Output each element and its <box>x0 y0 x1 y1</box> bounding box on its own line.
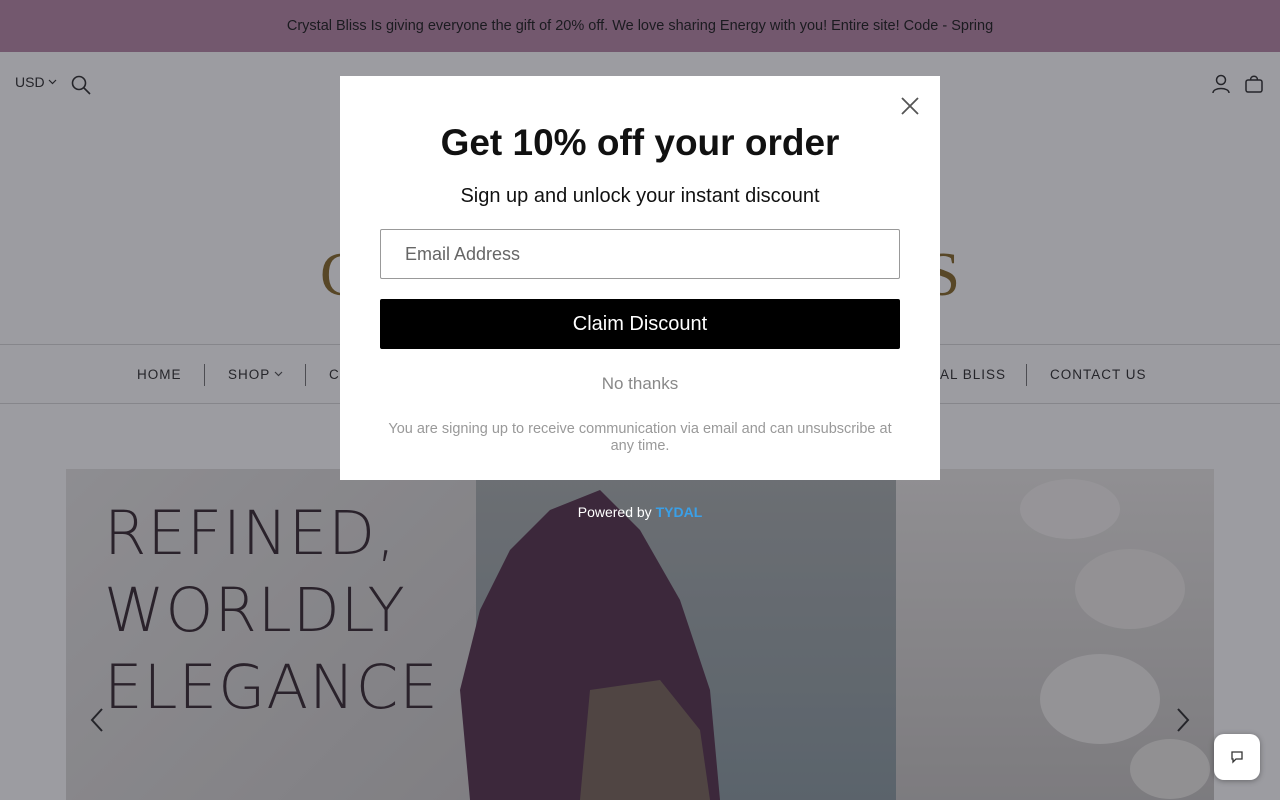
chat-button[interactable] <box>1214 734 1260 780</box>
discount-popup: Get 10% off your order Sign up and unloc… <box>340 76 940 480</box>
tydal-link[interactable]: TYDAL <box>656 504 703 520</box>
popup-subtitle: Sign up and unlock your instant discount <box>460 185 820 207</box>
powered-by-label: Powered by <box>577 504 652 520</box>
claim-discount-button[interactable]: Claim Discount <box>380 299 900 349</box>
close-icon[interactable] <box>900 96 920 116</box>
claim-discount-label: Claim Discount <box>572 312 708 335</box>
popup-legal-text: You are signing up to receive communicat… <box>388 421 892 454</box>
email-field[interactable] <box>380 229 900 279</box>
powered-by: Powered by TYDAL <box>0 504 1280 520</box>
no-thanks-link[interactable]: No thanks <box>340 374 940 394</box>
popup-title: Get 10% off your order <box>440 122 840 163</box>
chat-bubble-icon <box>1231 751 1243 764</box>
